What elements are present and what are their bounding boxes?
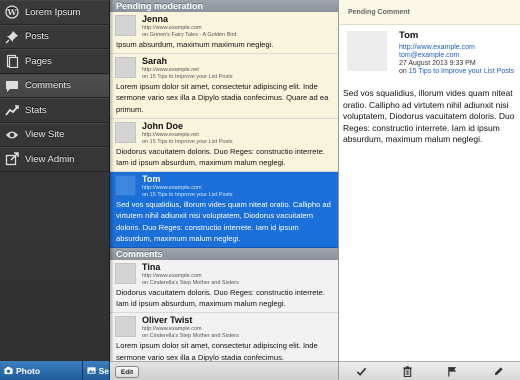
secondary-button-label: Se [98, 365, 109, 376]
sidebar-item-pages[interactable]: Pages [0, 49, 109, 74]
comment-post: on 15 Tips to Improve your List Posts [142, 74, 233, 81]
sidebar: W Lorem Ipsum Posts Pages Comments Stats… [0, 0, 110, 380]
image-icon [87, 367, 96, 374]
list-toolbar: Edit [110, 361, 338, 380]
pushpin-icon [5, 30, 19, 44]
photo-button[interactable]: Photo [0, 361, 83, 380]
sidebar-item-label: View Site [25, 129, 65, 141]
commenter-name: Jenna [142, 14, 169, 24]
list-item[interactable]: Sarah http://www.example.net on 15 Tips … [110, 54, 338, 119]
sidebar-item-label: Pages [25, 55, 52, 67]
comment-post: on Cinderella's Step Mother and Sisters [142, 333, 239, 340]
comment-excerpt: Diodorus vacuitatem doloris. Duo Reges: … [116, 288, 325, 309]
sidebar-item-site[interactable]: W Lorem Ipsum [0, 0, 109, 25]
comments-section-header: Comments [110, 248, 338, 261]
comment-excerpt: Diodorus vacuitatem doloris. Duo Reges: … [116, 146, 325, 168]
sidebar-item-posts[interactable]: Posts [0, 24, 109, 49]
detail-commenter-email[interactable]: tom@example.com [399, 52, 514, 60]
stats-chart-icon [5, 103, 19, 117]
detail-post-prefix: on [399, 68, 407, 76]
avatar [115, 15, 136, 36]
detail-commenter-name: Tom [399, 30, 419, 41]
comment-post: on 15 Tips to Improve your List Posts [142, 192, 233, 199]
detail-comment-body: Sed vos squalidius, illorum vides quam n… [343, 88, 515, 145]
sidebar-item-label: View Admin [25, 153, 75, 165]
sidebar-item-label: Lorem Ipsum [25, 6, 81, 18]
comment-excerpt: Sed vos squalidius, illorum vides quam n… [116, 200, 331, 243]
commenter-url: http://www.example.com [142, 326, 202, 333]
list-item-selected[interactable]: Tom http://www.example.com on 15 Tips to… [110, 172, 338, 249]
sidebar-item-stats[interactable]: Stats [0, 98, 109, 123]
spam-flag-icon[interactable] [447, 366, 458, 377]
approve-check-icon[interactable] [356, 366, 367, 377]
speech-bubble-icon [5, 79, 19, 93]
commenter-url: http://www.example.com [142, 185, 202, 192]
list-item[interactable]: Jenna http://www.example.com on Grimm's … [110, 12, 338, 55]
list-item[interactable]: Oliver Twist http://www.example.com on C… [110, 313, 338, 367]
commenter-url: http://www.example.net [142, 67, 199, 74]
sidebar-item-comments[interactable]: Comments [0, 73, 109, 98]
avatar [115, 175, 136, 197]
secondary-button[interactable]: Se [82, 361, 110, 380]
page-icon [5, 54, 19, 69]
photo-button-label: Photo [16, 365, 41, 376]
commenter-name: John Doe [142, 120, 184, 131]
detail-post-line: on 15 Tips to Improve your List Posts [399, 68, 514, 76]
pending-section-header: Pending moderation [110, 0, 338, 12]
commenter-name: Sarah [142, 56, 168, 67]
trash-icon[interactable] [402, 365, 413, 377]
avatar [115, 57, 136, 79]
detail-commenter-url[interactable]: http://www.example.com [399, 44, 514, 52]
sidebar-item-view-admin[interactable]: View Admin [0, 147, 109, 172]
avatar [115, 316, 136, 338]
detail-title: Pending Comment [339, 0, 520, 25]
commenter-name: Tom [142, 174, 161, 185]
camera-icon [4, 366, 13, 375]
comment-excerpt: Lorem ipsum dolor sit amet, consectetur … [116, 82, 329, 114]
sidebar-bottom-bar: Photo Se [0, 361, 110, 380]
list-item[interactable]: Tina http://www.example.com on Cinderell… [110, 260, 338, 314]
comment-post: on 15 Tips to Improve your List Posts [142, 138, 233, 145]
comment-detail-pane: Pending Comment Tom http://www.example.c… [338, 0, 520, 380]
commenter-url: http://www.example.com [142, 273, 202, 280]
svg-text:W: W [7, 7, 18, 17]
comment-list: Pending moderation Jenna http://www.exam… [110, 0, 338, 380]
sidebar-item-label: Comments [25, 80, 71, 92]
eye-icon [5, 128, 19, 142]
wordpress-icon: W [5, 5, 19, 19]
comment-post: on Cinderella's Step Mother and Sisters [142, 280, 239, 287]
detail-post-link[interactable]: 15 Tips to Improve your List Posts [409, 68, 514, 75]
comment-excerpt: Lorem ipsum dolor sit amet, consectetur … [116, 341, 318, 362]
detail-date: 27 August 2013 9:33 PM [399, 60, 476, 68]
comment-excerpt: Ipsum absurdum, maximum maximum neglegi. [116, 40, 274, 49]
commenter-url: http://www.example.com [142, 25, 202, 31]
edit-pencil-icon[interactable] [493, 366, 504, 377]
list-item[interactable]: John Doe http://www.example.net on 15 Ti… [110, 118, 338, 173]
comment-post: on Grimm's Fairy Tales - A Golden Bird [142, 32, 237, 38]
commenter-name: Oliver Twist [142, 315, 193, 326]
sidebar-item-label: Stats [25, 104, 47, 116]
sidebar-item-view-site[interactable]: View Site [0, 122, 109, 147]
avatar [115, 263, 136, 285]
external-link-icon [5, 152, 19, 166]
avatar [347, 31, 387, 71]
commenter-name: Tina [142, 262, 161, 273]
sidebar-item-label: Posts [25, 31, 49, 43]
edit-button[interactable]: Edit [115, 366, 139, 378]
commenter-url: http://www.example.net [142, 131, 199, 138]
detail-toolbar [339, 361, 520, 380]
avatar [115, 121, 136, 143]
